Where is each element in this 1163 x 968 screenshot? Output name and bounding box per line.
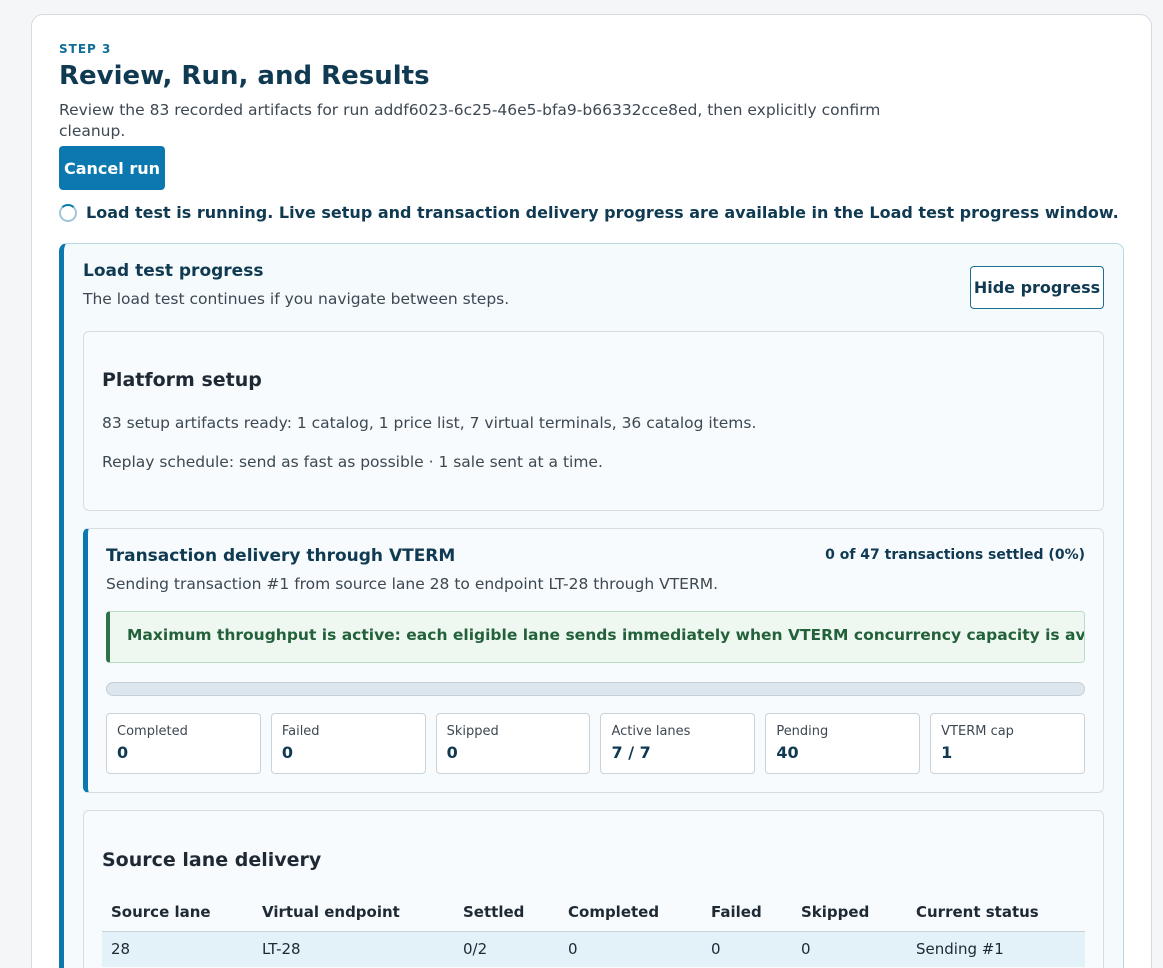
table-cell: 0/2 — [454, 931, 559, 967]
stat-completed: Completed 0 — [106, 713, 261, 774]
run-status: Load test is running. Live setup and tra… — [59, 203, 1119, 222]
column-header: Settled — [454, 894, 559, 932]
step-label: STEP 3 — [59, 42, 112, 56]
stat-label: Completed — [117, 724, 188, 739]
stat-value: 1 — [941, 743, 953, 762]
stat-pending: Pending 40 — [765, 713, 921, 774]
cancel-run-button[interactable]: Cancel run — [59, 146, 165, 190]
stat-label: Skipped — [446, 724, 499, 739]
source-lane-table: Source lane Virtual endpoint Settled Comple… — [102, 894, 1085, 967]
page-title: Review, Run, and Results — [59, 61, 430, 91]
table-row: 28 LT-28 0/2 0 0 0 Sending #1 — [102, 931, 1085, 967]
stat-label: Failed — [281, 724, 320, 739]
column-header: Current status — [907, 894, 1085, 932]
stat-active-lanes: Active lanes 7 / 7 — [600, 713, 756, 774]
column-header: Completed — [559, 894, 702, 932]
column-header: Virtual endpoint — [253, 894, 454, 932]
table-cell: 0 — [559, 931, 702, 967]
page-description: Review the 83 recorded artifacts for run… — [59, 101, 881, 140]
stat-value: 0 — [117, 743, 129, 762]
table-cell: Sending #1 — [907, 931, 1085, 967]
run-status-text: Load test is running. Live setup and tra… — [86, 203, 1119, 222]
table-cell: 0 — [702, 931, 792, 967]
settled-summary: 0 of 47 transactions settled (0%) — [825, 547, 1085, 563]
stat-vterm-cap: VTERM cap 1 — [930, 713, 1085, 774]
transaction-delivery-title: Transaction delivery through VTERM — [106, 546, 456, 566]
stat-label: Pending — [776, 724, 829, 739]
source-lane-title: Source lane delivery — [102, 849, 322, 871]
max-throughput-notice: Maximum throughput is active: each eligi… — [106, 611, 1085, 663]
stat-value: 0 — [446, 743, 458, 762]
stat-label: VTERM cap — [941, 724, 1014, 739]
platform-setup-title: Platform setup — [102, 369, 262, 391]
loading-spinner-icon — [59, 203, 77, 222]
column-header: Failed — [702, 894, 792, 932]
hide-progress-button[interactable]: Hide progress — [970, 266, 1104, 309]
current-transaction-text: Sending transaction #1 from source lane … — [106, 575, 719, 593]
stat-value: 0 — [281, 743, 293, 762]
stat-label: Active lanes — [611, 724, 691, 739]
replay-schedule-text: Replay schedule: send as fast as possibl… — [102, 453, 603, 471]
column-header: Skipped — [792, 894, 907, 932]
table-cell: 0 — [792, 931, 907, 967]
column-header: Source lane — [102, 894, 253, 932]
stat-failed: Failed 0 — [270, 713, 426, 774]
setup-artifacts-text: 83 setup artifacts ready: 1 catalog, 1 p… — [102, 414, 757, 432]
delivery-stats: Completed 0 Failed 0 Skipped 0 Active lanes 7 /… — [106, 713, 1085, 774]
table-header-row: Source lane Virtual endpoint Settled Comple… — [102, 894, 1085, 932]
settled-progress-bar — [106, 682, 1085, 696]
progress-title: Load test progress — [83, 261, 264, 281]
table-cell: LT-28 — [253, 931, 454, 967]
stat-value: 7 / 7 — [611, 743, 651, 762]
stat-skipped: Skipped 0 — [435, 713, 591, 774]
stat-value: 40 — [776, 743, 799, 762]
table-cell: 28 — [102, 931, 253, 967]
progress-subtitle: The load test continues if you navigate … — [83, 290, 510, 308]
